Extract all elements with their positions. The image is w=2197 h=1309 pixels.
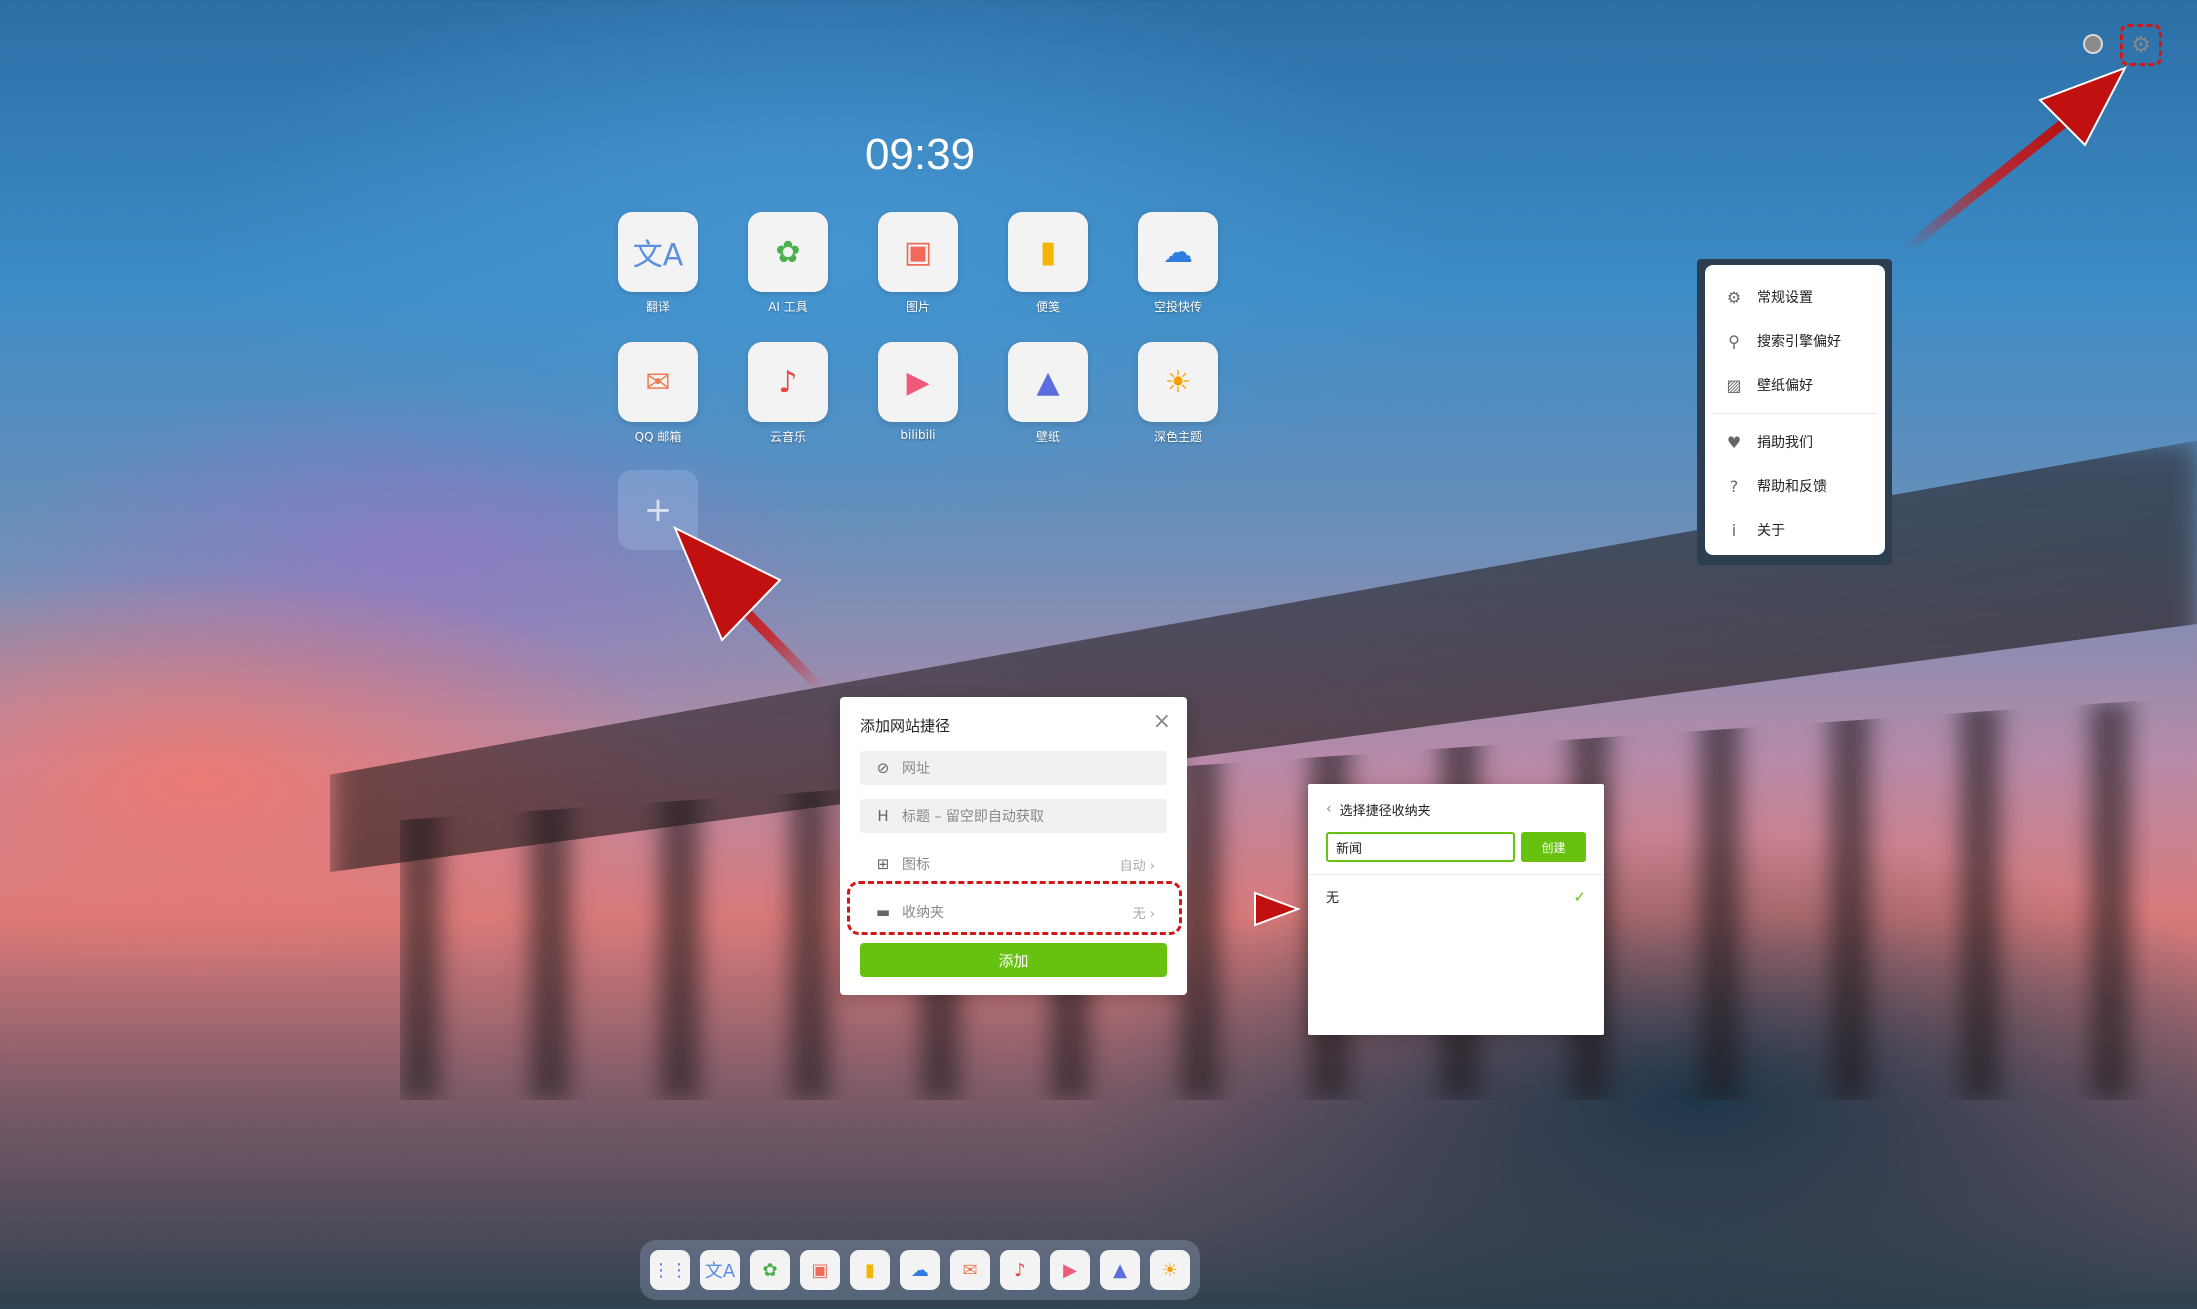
folder-row-highlight <box>847 881 1182 935</box>
shortcut-label: QQ 邮箱 <box>634 430 682 444</box>
dock-image-icon[interactable]: ▣ <box>800 1250 840 1290</box>
video-icon: ▶ <box>878 342 958 422</box>
folder-select-panel: ‹ 选择捷径收纳夹 创建 无 ✓ <box>1308 784 1604 1035</box>
wallpaper-folder-icon: ▲ <box>1008 342 1088 422</box>
music-icon: ♪ <box>748 342 828 422</box>
shortcut-label: 空投快传 <box>1153 300 1202 314</box>
icon-picker-icon: ⊞ <box>876 855 890 873</box>
icon-row[interactable]: ⊞ 图标 自动 › <box>860 847 1167 881</box>
dock-music-icon[interactable]: ♪ <box>1000 1250 1040 1290</box>
menu-item-label: 搜索引擎偏好 <box>1757 334 1841 350</box>
wallpaper-icon: ▨ <box>1726 375 1742 395</box>
cloud-icon: ☁ <box>1138 212 1218 292</box>
sun-icon: ☀ <box>1138 342 1218 422</box>
clock: 09:39 <box>864 130 976 179</box>
arrow-to-settings <box>1901 66 2128 254</box>
settings-menu-item[interactable]: ♥ 捐助我们 <box>1705 420 1885 464</box>
menu-item-label: 关于 <box>1757 523 1785 539</box>
dock-video-icon[interactable]: ▶ <box>1050 1250 1090 1290</box>
heart-icon: ♥ <box>1726 432 1742 452</box>
info-icon: i <box>1731 520 1737 540</box>
shortcut-label: 翻译 <box>645 300 670 314</box>
check-icon: ✓ <box>1573 887 1586 906</box>
add-button[interactable]: 添加 <box>860 943 1167 977</box>
user-avatar-icon[interactable] <box>2083 34 2103 54</box>
panel-title: 选择捷径收纳夹 <box>1339 803 1431 819</box>
menu-item-label: 常规设置 <box>1757 290 1813 306</box>
search-icon: ⚲ <box>1728 331 1740 351</box>
icon-value: 自动 › <box>1119 858 1155 874</box>
settings-menu-item[interactable]: ⚙ 常规设置 <box>1705 275 1885 319</box>
shortcut-label: 深色主题 <box>1153 430 1202 444</box>
shortcut-tile[interactable]: ▲ 壁纸 <box>1008 342 1088 445</box>
dialog-title: 添加网站捷径 <box>860 717 951 735</box>
menu-divider <box>1713 413 1877 414</box>
dock-mail-icon[interactable]: ✉ <box>950 1250 990 1290</box>
shortcut-tile[interactable]: ▶ bilibili <box>878 342 958 442</box>
shortcut-label: 云音乐 <box>769 430 806 444</box>
icon-label: 图标 <box>902 857 930 873</box>
settings-menu-item[interactable]: i 关于 <box>1705 508 1885 552</box>
dock-wallpaper-folder-icon[interactable]: ▲ <box>1100 1250 1140 1290</box>
shortcut-label: AI 工具 <box>768 300 808 314</box>
dock-ai-tools-icon[interactable]: ✿ <box>750 1250 790 1290</box>
shortcut-label: 壁纸 <box>1035 430 1060 444</box>
shortcut-tile[interactable]: ✿ AI 工具 <box>748 212 828 315</box>
shortcut-tile[interactable]: 文A 翻译 <box>618 212 698 315</box>
mail-icon: ✉ <box>618 342 698 422</box>
shortcut-label: 便笺 <box>1035 300 1060 314</box>
plus-icon: + <box>643 490 673 530</box>
chevron-right-icon: › <box>1149 858 1155 874</box>
title-placeholder: 标题 – 留空即自动获取 <box>902 809 1044 825</box>
shortcut-tile[interactable]: ▣ 图片 <box>878 212 958 315</box>
arrow-to-add-tile <box>673 525 826 694</box>
dock-translate-icon[interactable]: 文A <box>700 1250 740 1290</box>
settings-menu: ⚙ 常规设置 ⚲ 搜索引擎偏好 ▨ 壁纸偏好 ♥ 捐助我们? 帮助和反馈 i 关于 <box>1705 265 1885 555</box>
dock-apps-grid-icon[interactable]: ⋮⋮ <box>650 1250 690 1290</box>
shortcut-label: bilibili <box>900 428 936 442</box>
folder-name-input[interactable] <box>1326 832 1515 862</box>
dock-note-icon[interactable]: ▮ <box>850 1250 890 1290</box>
settings-menu-item[interactable]: ? 帮助和反馈 <box>1705 464 1885 508</box>
divider <box>1308 874 1604 875</box>
dock-sun-icon[interactable]: ☀ <box>1150 1250 1190 1290</box>
image-icon: ▣ <box>878 212 958 292</box>
link-icon: ⊘ <box>876 759 890 777</box>
dock: ⋮⋮ 文A ✿ ▣ ▮ ☁ ✉ ♪ ▶ ▲ ☀ <box>640 1240 1200 1300</box>
close-icon[interactable]: × <box>1153 711 1171 733</box>
gear-icon: ⚙ <box>2131 32 2151 58</box>
settings-menu-item[interactable]: ▨ 壁纸偏好 <box>1705 363 1885 407</box>
menu-item-label: 帮助和反馈 <box>1757 479 1827 495</box>
settings-gear-button[interactable]: ⚙ <box>2120 24 2162 66</box>
shortcut-tile[interactable]: ☁ 空投快传 <box>1138 212 1218 315</box>
menu-item-label: 壁纸偏好 <box>1757 378 1813 394</box>
create-button[interactable]: 创建 <box>1521 832 1586 862</box>
menu-item-label: 捐助我们 <box>1757 435 1813 451</box>
help-icon: ? <box>1729 476 1739 496</box>
shortcut-tile[interactable]: ♪ 云音乐 <box>748 342 828 445</box>
title-field[interactable]: H 标题 – 留空即自动获取 <box>860 799 1167 833</box>
shortcut-label: 图片 <box>905 300 930 314</box>
dock-cloud-icon[interactable]: ☁ <box>900 1250 940 1290</box>
shortcut-tile[interactable]: ▮ 便笺 <box>1008 212 1088 315</box>
add-shortcut-button[interactable]: + <box>618 470 698 550</box>
heading-icon: H <box>877 807 889 825</box>
gear-icon: ⚙ <box>1726 287 1742 307</box>
add-shortcut-dialog: 添加网站捷径 × ⊘ 网址 H 标题 – 留空即自动获取 ⊞ 图标 自动 › ▬… <box>840 697 1187 995</box>
shortcut-tile[interactable]: ☀ 深色主题 <box>1138 342 1218 445</box>
panel-input-row: 创建 <box>1326 832 1586 862</box>
url-placeholder: 网址 <box>902 761 930 777</box>
back-chevron-icon[interactable]: ‹ <box>1326 801 1332 817</box>
panel-header: ‹ 选择捷径收纳夹 <box>1326 798 1586 820</box>
option-label: 无 <box>1326 891 1340 906</box>
note-icon: ▮ <box>1008 212 1088 292</box>
translate-icon: 文A <box>618 212 698 292</box>
settings-menu-item[interactable]: ⚲ 搜索引擎偏好 <box>1705 319 1885 363</box>
url-field[interactable]: ⊘ 网址 <box>860 751 1167 785</box>
folder-option-none[interactable]: 无 ✓ <box>1326 887 1586 907</box>
shortcut-tile[interactable]: ✉ QQ 邮箱 <box>618 342 698 445</box>
ai-tools-icon: ✿ <box>748 212 828 292</box>
